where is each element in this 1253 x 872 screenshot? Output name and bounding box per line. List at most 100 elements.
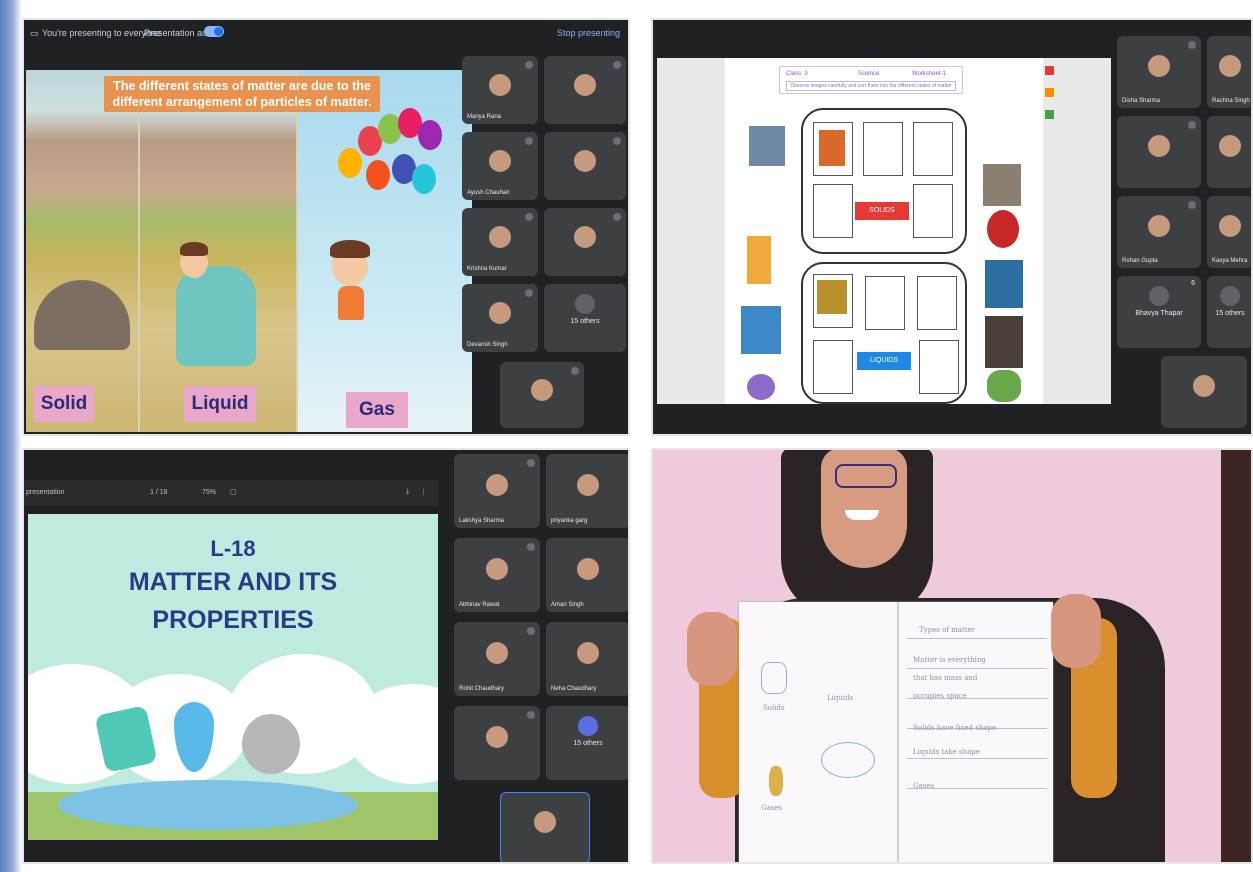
presentation-audio-toggle[interactable] bbox=[204, 26, 224, 37]
participant-name: Lakshya Sharma bbox=[459, 518, 505, 524]
brick-image[interactable] bbox=[819, 130, 845, 166]
drop-slot[interactable] bbox=[863, 122, 903, 176]
fit-page-icon[interactable]: ▢ bbox=[230, 488, 237, 496]
honey-image[interactable] bbox=[817, 280, 847, 314]
tool-button[interactable] bbox=[1045, 110, 1054, 119]
participant-tile[interactable] bbox=[544, 208, 626, 276]
participant-name: priyanka garg bbox=[551, 518, 588, 524]
drop-slot[interactable] bbox=[913, 122, 953, 176]
participant-tile[interactable] bbox=[544, 132, 626, 200]
balloons-image[interactable] bbox=[747, 374, 775, 400]
solid-label: Solid bbox=[34, 386, 94, 422]
notebook-spine bbox=[897, 602, 899, 864]
participant-tile[interactable]: Disha Sharma bbox=[1117, 36, 1201, 108]
file-name: presentation bbox=[26, 489, 65, 496]
participant-tile[interactable] bbox=[454, 706, 540, 780]
drop-slot[interactable] bbox=[919, 340, 959, 394]
right-hand bbox=[1051, 594, 1101, 668]
lesson-title-line2: PROPERTIES bbox=[152, 606, 314, 634]
participant-tile[interactable] bbox=[1207, 116, 1253, 188]
more-icon[interactable]: ⋮ bbox=[420, 488, 427, 496]
participant-tile[interactable]: Kavya Mehra bbox=[1207, 196, 1253, 268]
participant-tile[interactable]: Manya Rana bbox=[462, 56, 538, 124]
self-view-tile[interactable] bbox=[500, 362, 584, 428]
left-hand bbox=[687, 612, 737, 686]
meet-panel-worksheet: Class: 3 Science Worksheet-1 Observe ima… bbox=[651, 18, 1253, 436]
participant-tile-avatar[interactable]: Bhavya Thapar 6 bbox=[1117, 276, 1201, 348]
participant-tile[interactable]: Rachna Singh bbox=[1207, 36, 1253, 108]
boy-hair bbox=[330, 240, 370, 258]
balloon bbox=[412, 164, 436, 194]
item-image[interactable] bbox=[983, 164, 1021, 206]
drop-slot[interactable] bbox=[813, 184, 853, 238]
tool-button[interactable] bbox=[1045, 66, 1054, 75]
drop-slot[interactable] bbox=[813, 340, 853, 394]
worksheet-instruction: Observe images carefully and sort them i… bbox=[786, 81, 956, 91]
worksheet-header: Class: 3 Science Worksheet-1 Observe ima… bbox=[779, 66, 963, 94]
avatar bbox=[1149, 286, 1169, 306]
notebook-text: Types of matter bbox=[919, 626, 976, 634]
notebook-text: Solids bbox=[763, 704, 785, 712]
student-glasses bbox=[835, 464, 897, 488]
participant-tile[interactable]: Lakshya Sharma bbox=[454, 454, 540, 528]
drop-slot[interactable] bbox=[865, 276, 905, 330]
tool-button[interactable] bbox=[1045, 88, 1054, 97]
participant-tile[interactable]: Aman Singh bbox=[546, 538, 630, 612]
participant-tile[interactable] bbox=[1117, 116, 1201, 188]
notebook-text: Gases bbox=[913, 782, 935, 790]
participant-tile[interactable]: Ayush Chauhan bbox=[462, 132, 538, 200]
notebook-text: Matter is everything bbox=[913, 656, 986, 664]
apple-image[interactable] bbox=[987, 210, 1019, 248]
drop-slot[interactable] bbox=[917, 276, 957, 330]
pond bbox=[58, 780, 358, 830]
participant-tile[interactable]: Krishna Kumar bbox=[462, 208, 538, 276]
juice-image[interactable] bbox=[747, 236, 771, 284]
notebook-text: Gases bbox=[761, 804, 783, 812]
door bbox=[1221, 448, 1253, 864]
lesson-number: L-18 bbox=[210, 536, 256, 561]
participant-tile[interactable]: Abhinav Rawat bbox=[454, 538, 540, 612]
participant-tile[interactable]: priyanka garg bbox=[546, 454, 630, 528]
drawing-sketch bbox=[769, 766, 783, 796]
frog-image[interactable] bbox=[987, 370, 1021, 402]
others-count: 15 others bbox=[573, 740, 603, 747]
participant-name: Rohan Gupta bbox=[1122, 258, 1158, 264]
present-icon: ▭ bbox=[30, 28, 39, 38]
milk-carton-image[interactable] bbox=[741, 306, 781, 354]
water-splash-illustration bbox=[176, 266, 256, 366]
states-of-matter-slide: The different states of matter are due t… bbox=[26, 70, 472, 432]
download-icon[interactable]: ⤓ bbox=[406, 488, 409, 496]
self-view-tile[interactable] bbox=[1161, 356, 1247, 428]
participant-tile[interactable]: Rohan Gupta bbox=[1117, 196, 1201, 268]
item-image[interactable] bbox=[749, 126, 785, 166]
participant-tile[interactable]: Neha Chaudhary bbox=[546, 622, 630, 696]
balloon bbox=[338, 148, 362, 178]
others-count: 15 others bbox=[570, 318, 600, 325]
liquid-column bbox=[140, 70, 296, 432]
solids-tag: SOLIDS bbox=[855, 202, 909, 220]
ruled-line bbox=[907, 668, 1047, 669]
participant-name: Devansh Singh bbox=[467, 342, 508, 348]
participant-name: Kavya Mehra bbox=[1212, 258, 1248, 264]
stop-presenting-button[interactable]: Stop presenting bbox=[557, 28, 620, 38]
participant-name: Ayush Chauhan bbox=[467, 190, 510, 196]
smoke-image[interactable] bbox=[985, 316, 1023, 368]
participant-name: Rohit Chaudhary bbox=[459, 686, 505, 692]
liquid-label: Liquid bbox=[184, 386, 256, 422]
gas-cloud-character bbox=[242, 714, 300, 774]
drop-slot[interactable] bbox=[913, 184, 953, 238]
others-tile[interactable]: 15 others bbox=[546, 706, 630, 780]
participant-count: 6 bbox=[1191, 280, 1195, 287]
others-tile[interactable]: 15 others bbox=[544, 284, 626, 352]
water-image[interactable] bbox=[985, 260, 1023, 308]
participant-tile[interactable]: Rohit Chaudhary bbox=[454, 622, 540, 696]
participant-tile[interactable] bbox=[544, 56, 626, 124]
ruled-line bbox=[907, 758, 1047, 759]
avatar bbox=[575, 294, 595, 314]
lesson-title-line1: MATTER AND ITS bbox=[128, 568, 338, 596]
self-view-tile[interactable] bbox=[500, 792, 590, 864]
participant-name: Disha Sharma bbox=[1122, 98, 1161, 104]
participant-tile[interactable]: Devansh Singh bbox=[462, 284, 538, 352]
others-tile[interactable]: 15 others bbox=[1207, 276, 1253, 348]
liquids-tag: LIQUIDS bbox=[857, 352, 911, 370]
